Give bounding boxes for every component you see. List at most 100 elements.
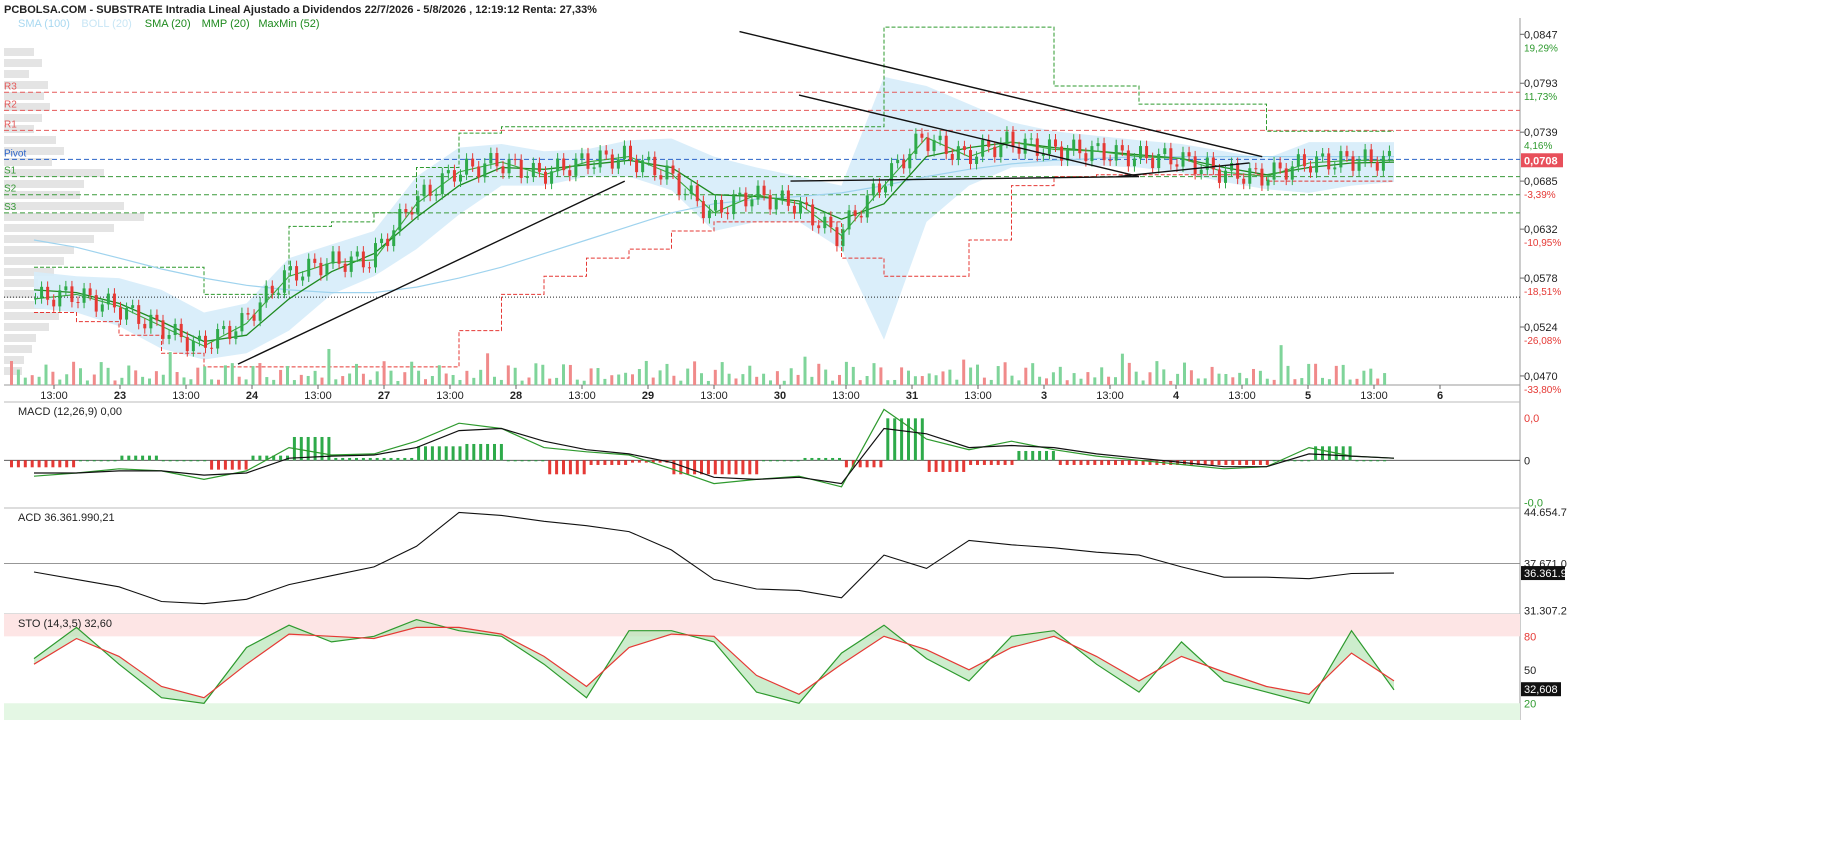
volume-bar <box>286 365 289 385</box>
y-tick-label: 0,0578 <box>1524 273 1558 285</box>
candle-body <box>295 266 299 281</box>
volume-bar <box>1279 345 1283 385</box>
volume-profile-bar <box>4 213 144 221</box>
candle-body <box>701 201 705 219</box>
candle-body <box>1345 151 1349 157</box>
candle-body <box>653 156 657 176</box>
candle-body <box>896 159 900 164</box>
volume-bar <box>1307 363 1311 385</box>
volume-bar <box>555 377 559 385</box>
macd-hist-bar <box>230 460 234 470</box>
candle-body <box>143 323 147 329</box>
candle-body <box>1090 146 1094 162</box>
legend-sma-100-: SMA (100) <box>18 18 70 30</box>
macd-hist-bar <box>520 460 524 462</box>
candle-body <box>1217 169 1221 183</box>
macd-hist-bar <box>527 460 531 462</box>
volume-profile-bar <box>4 136 56 144</box>
candle-body <box>738 192 742 196</box>
candle-body <box>519 159 523 178</box>
volume-bar <box>196 367 200 385</box>
candle-body <box>276 292 280 294</box>
candle-body <box>938 135 942 141</box>
macd-hist-bar <box>789 460 793 462</box>
candle-body <box>1290 166 1294 180</box>
volume-bar <box>113 380 117 385</box>
macd-hist-bar <box>1114 460 1117 465</box>
candle-body <box>762 185 766 196</box>
macd-hist-bar <box>196 460 200 462</box>
candle-body <box>1175 164 1179 167</box>
candle-body <box>865 195 869 218</box>
macd-hist-bar <box>568 460 572 475</box>
macd-hist-bar <box>1086 460 1090 465</box>
acd-line <box>33 511 1395 605</box>
macd-hist-bar <box>782 460 786 462</box>
candle-body <box>920 133 924 138</box>
macd-signal-line <box>34 427 1395 485</box>
volume-bar <box>1051 372 1055 385</box>
candle-body <box>173 323 177 335</box>
volume-bar <box>700 373 703 385</box>
volume-bar <box>37 376 41 385</box>
candle-body <box>1375 161 1379 171</box>
candle-body <box>525 176 529 178</box>
macd-hist-bar <box>499 443 503 461</box>
macd-hist-bar <box>831 457 835 461</box>
macd-hist-bar <box>16 460 20 468</box>
volume-bar <box>72 361 76 385</box>
macd-hist-bar <box>58 460 62 468</box>
candle-body <box>282 270 286 293</box>
volume-bar <box>1155 361 1159 385</box>
volume-bar <box>1245 378 1249 385</box>
volume-profile-bar <box>4 224 114 232</box>
candle-body <box>1047 139 1051 154</box>
volume-bar <box>658 370 662 385</box>
candle-body <box>398 208 402 231</box>
volume-bar <box>499 379 503 385</box>
volume-bar <box>527 377 531 385</box>
macd-hist-bar <box>844 460 848 468</box>
candle-body <box>1096 143 1100 147</box>
volume-bar <box>1079 378 1083 385</box>
candle-body <box>161 320 165 339</box>
candle-body <box>234 331 238 339</box>
candle-body <box>452 170 456 182</box>
candle-body <box>1266 179 1270 186</box>
candle-body <box>1187 152 1191 157</box>
volume-bar <box>686 368 690 385</box>
level-label-r2: R2 <box>4 99 17 110</box>
macd-hist-bar <box>437 446 441 461</box>
candle-body <box>337 251 341 264</box>
volume-bar <box>1238 372 1242 385</box>
volume-bar <box>1203 378 1207 385</box>
volume-profile-bar <box>4 59 42 67</box>
volume-bar <box>486 353 490 385</box>
macd-hist-bar <box>134 455 138 461</box>
macd-hist-bar <box>120 455 124 461</box>
candle-body <box>204 335 207 348</box>
x-tick-label: 13:00 <box>832 390 860 402</box>
volume-bar <box>851 366 855 385</box>
volume-bar <box>1210 366 1214 385</box>
volume-bar <box>1134 371 1138 385</box>
macd-hist-bar <box>1369 460 1373 462</box>
macd-hist-bar <box>361 457 365 461</box>
candle-body <box>428 184 432 196</box>
candle-body <box>877 183 881 193</box>
candle-body <box>1236 163 1240 179</box>
volume-bar <box>520 380 524 385</box>
candle-body <box>1193 156 1197 175</box>
volume-bar <box>927 373 931 385</box>
candle-body <box>367 267 371 269</box>
candle-body <box>1272 162 1276 180</box>
sto-last-label: 32,608 <box>1524 684 1558 696</box>
candle-body <box>610 154 614 169</box>
candle-body <box>550 171 554 184</box>
candle-body <box>689 185 693 194</box>
legend-boll-20-: BOLL (20) <box>81 18 131 30</box>
volume-bar <box>720 362 724 385</box>
volume-bar <box>251 366 255 385</box>
candle-body <box>1035 138 1039 156</box>
volume-bar <box>548 378 552 385</box>
